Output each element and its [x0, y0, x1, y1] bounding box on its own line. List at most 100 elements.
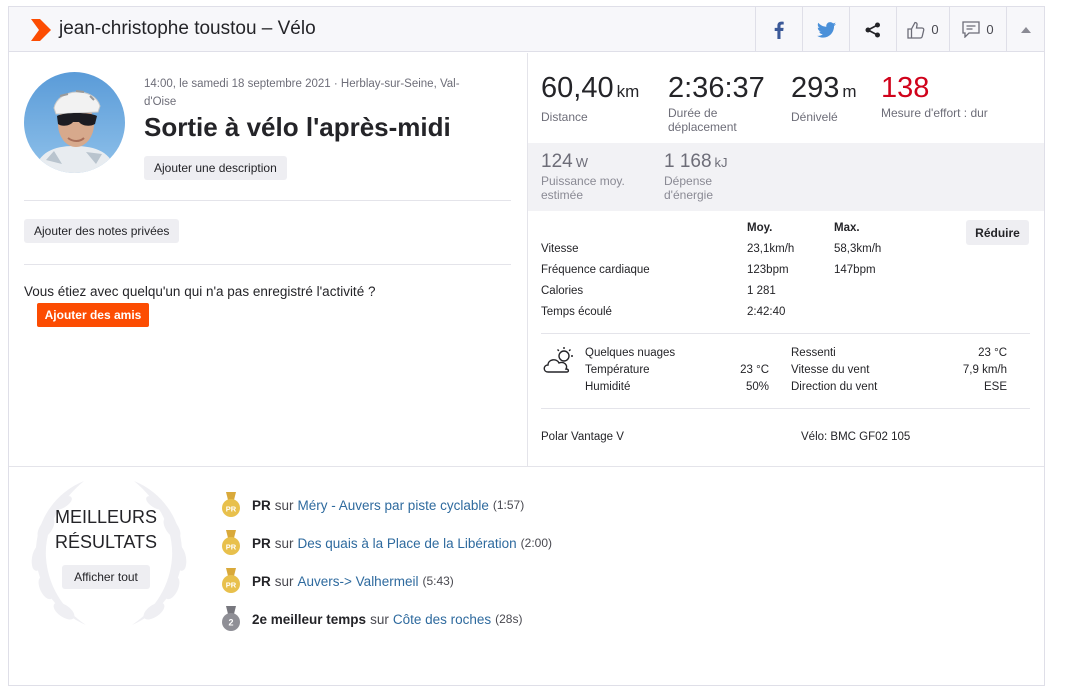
stat-elevation: 293 m Dénivelé: [791, 72, 857, 124]
collapse-header-button[interactable]: [1006, 7, 1044, 52]
weather-wind-speed-value: 7,9 km/h: [962, 364, 1007, 376]
stat-effort[interactable]: 138 Mesure d'effort : dur: [881, 72, 991, 120]
achievement-item: PR PR sur Auvers-> Valhermeil (5:43): [221, 568, 454, 594]
divider: [541, 333, 1030, 334]
stat-distance-label: Distance: [541, 110, 588, 124]
see-all-button[interactable]: Afficher tout: [62, 565, 150, 589]
add-private-notes-button[interactable]: Ajouter des notes privées: [24, 219, 180, 243]
segment-link[interactable]: Méry - Auvers par piste cyclable: [298, 498, 489, 513]
divider: [541, 408, 1030, 409]
best-results-title-line2: RÉSULTATS: [54, 532, 157, 552]
row-max: 147bpm: [834, 264, 876, 276]
device-name: Polar Vantage V: [541, 431, 624, 443]
stat-energy: 1 168 kJ Dépense d'énergie: [664, 151, 754, 202]
weather-wind-dir-label: Direction du vent: [791, 381, 878, 393]
achievement-sur: sur: [274, 535, 294, 551]
best-results-title: MEILLEURS RÉSULTATS: [39, 505, 173, 555]
weather-condition: Quelques nuages: [585, 347, 676, 359]
divider: [24, 200, 511, 201]
stat-energy-unit: kJ: [714, 155, 728, 170]
stat-distance-unit: km: [616, 82, 640, 101]
medal-label: PR: [226, 505, 237, 514]
achievement-time: (1:57): [492, 498, 525, 512]
stat-moving-time-value: 2:36:37: [668, 72, 765, 104]
stat-power-unit: W: [575, 155, 588, 170]
pr-medal-icon: PR: [222, 530, 240, 555]
achievement-sur: sur: [370, 611, 389, 627]
activity-header: jean-christophe toustou – Vélo 0 0: [9, 7, 1044, 52]
weather-feels-value: 23 °C: [978, 347, 1007, 359]
segment-link[interactable]: Des quais à la Place de la Libération: [298, 536, 517, 551]
avatar[interactable]: [24, 72, 125, 173]
facebook-share-button[interactable]: [755, 7, 802, 52]
stat-elevation-value: 293: [791, 72, 840, 104]
thumbs-up-icon: [907, 21, 925, 39]
col-max-header: Max.: [834, 222, 860, 234]
stat-power-label: Puissance moy. estimée: [541, 174, 625, 202]
medal-label: PR: [226, 581, 237, 590]
weather-wind-dir-value: ESE: [983, 381, 1007, 393]
silver-medal-icon: 2: [222, 606, 240, 631]
partly-cloudy-icon: [543, 347, 573, 373]
stat-moving-time-label: Durée de déplacement: [668, 106, 737, 134]
achievement-rank: 2e meilleur temps: [252, 611, 367, 627]
stat-energy-label: Dépense d'énergie: [664, 174, 713, 202]
row-label: Temps écoulé: [541, 306, 612, 318]
achievement-rank: PR: [252, 535, 271, 551]
stat-elevation-label: Dénivelé: [791, 110, 838, 124]
cycling-chevron-icon: [31, 19, 51, 41]
activity-meta: 14:00, le samedi 18 septembre 2021 · Her…: [144, 78, 460, 108]
row-avg: 1 281: [747, 285, 776, 297]
stat-distance: 60,40 km Distance: [541, 72, 639, 124]
achievement-time: (5:43): [422, 574, 454, 588]
stat-elevation-unit: m: [842, 82, 857, 101]
row-label: Calories: [541, 285, 584, 297]
col-avg-header: Moy.: [747, 222, 773, 234]
collapse-details-button[interactable]: Réduire: [966, 220, 1029, 245]
share-button[interactable]: [849, 7, 896, 52]
achievement-rank: PR: [252, 573, 271, 589]
medal-label: PR: [226, 543, 237, 552]
row-avg: 23,1km/h: [747, 243, 795, 255]
stat-effort-value: 138: [881, 72, 930, 104]
weather-humidity-label: Humidité: [585, 381, 631, 393]
achievement-sur: sur: [274, 497, 294, 513]
add-description-button[interactable]: Ajouter une description: [144, 156, 287, 180]
weather-wind-speed-label: Vitesse du vent: [791, 364, 870, 376]
achievement-time: (28s): [495, 612, 523, 626]
row-avg: 123bpm: [747, 264, 789, 276]
comments-button[interactable]: 0: [949, 7, 1006, 52]
comment-icon: [962, 21, 981, 38]
best-results-title-line1: MEILLEURS: [54, 507, 158, 527]
add-friends-button[interactable]: Ajouter des amis: [37, 303, 149, 327]
pr-medal-icon: PR: [222, 568, 240, 593]
segment-link[interactable]: Côte des roches: [393, 612, 491, 627]
share-icon: [865, 22, 880, 37]
achievement-sur: sur: [274, 573, 294, 589]
achievement-item: PR PR sur Des quais à la Place de la Lib…: [221, 530, 552, 556]
row-label: Vitesse: [541, 243, 579, 255]
stat-energy-value: 1 168: [664, 151, 712, 172]
achievement-item: 2 2e meilleur temps sur Côte des roches …: [221, 606, 522, 632]
medal-label: 2: [228, 618, 233, 628]
divider: [24, 264, 511, 265]
segment-link[interactable]: Auvers-> Valhermeil: [298, 574, 419, 589]
comments-count: 0: [986, 22, 994, 37]
twitter-share-button[interactable]: [802, 7, 849, 52]
row-max: 58,3km/h: [834, 243, 882, 255]
activity-card: jean-christophe toustou – Vélo 0 0 14:00…: [8, 6, 1045, 686]
weather-humidity-value: 50%: [745, 381, 769, 393]
bike-name[interactable]: Vélo: BMC GF02 105: [801, 431, 910, 443]
kudos-button[interactable]: 0: [896, 7, 949, 52]
weather-feels-label: Ressenti: [791, 347, 836, 359]
column-divider: [527, 53, 528, 467]
chevron-up-icon: [1020, 26, 1031, 33]
stat-power: 124 W Puissance moy. estimée: [541, 151, 651, 202]
activity-title[interactable]: Sortie à vélo l'après-midi: [144, 112, 451, 143]
stat-effort-label: Mesure d'effort : dur: [881, 106, 988, 120]
stat-distance-value: 60,40: [541, 72, 614, 104]
stat-moving-time: 2:36:37 Durée de déplacement: [668, 72, 778, 134]
pr-medal-icon: PR: [222, 492, 240, 517]
weather-temp-label: Température: [585, 364, 650, 376]
achievement-item: PR PR sur Méry - Auvers par piste cyclab…: [221, 492, 524, 518]
